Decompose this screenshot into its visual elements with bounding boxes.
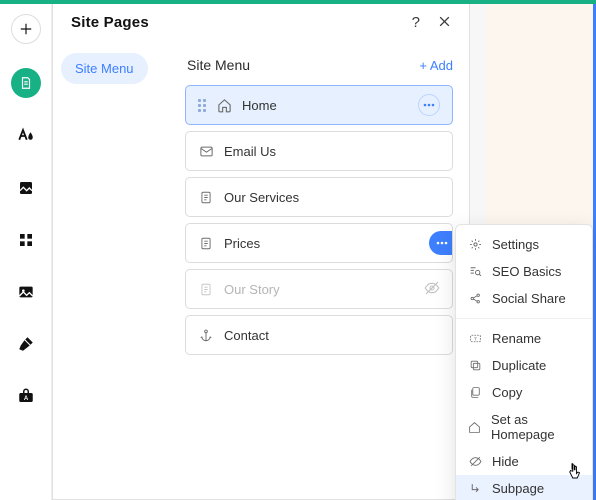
page-item-label: Our Services — [224, 190, 299, 205]
briefcase-icon: A — [17, 387, 35, 405]
menu-seo-basics[interactable]: SEO Basics — [456, 258, 592, 285]
plus-icon — [19, 22, 33, 36]
page-more-button-active[interactable] — [429, 231, 453, 255]
copy-icon — [468, 386, 482, 399]
document-icon — [198, 190, 214, 205]
media-button[interactable] — [12, 278, 40, 306]
section-button[interactable] — [12, 174, 40, 202]
photo-icon — [17, 284, 35, 300]
pen-icon — [17, 335, 35, 353]
anchor-icon — [198, 328, 214, 343]
page-icon — [19, 76, 33, 90]
menu-settings[interactable]: Settings — [456, 231, 592, 258]
menu-divider — [456, 318, 592, 319]
page-item-label: Home — [242, 98, 277, 113]
document-icon — [198, 282, 214, 297]
close-icon — [438, 15, 451, 28]
home-icon — [216, 98, 232, 113]
ellipsis-icon — [436, 241, 448, 245]
panel-title: Site Pages — [71, 14, 149, 31]
rename-icon: T — [468, 332, 482, 345]
page-item-email-us[interactable]: Email Us — [185, 131, 453, 171]
home-icon — [468, 421, 481, 434]
apps-button[interactable] — [12, 226, 40, 254]
page-item-label: Email Us — [224, 144, 276, 159]
page-item-label: Contact — [224, 328, 269, 343]
menu-label: Subpage — [492, 481, 544, 496]
menu-label: Social Share — [492, 291, 566, 306]
eye-slash-icon — [468, 455, 482, 468]
envelope-icon — [198, 144, 214, 159]
menu-set-homepage[interactable]: Set as Homepage — [456, 406, 592, 448]
menu-hide[interactable]: Hide — [456, 448, 592, 475]
add-page-link[interactable]: + Add — [419, 58, 453, 73]
add-element-button[interactable] — [11, 14, 41, 44]
menu-label: Rename — [492, 331, 541, 346]
page-item-contact[interactable]: Contact — [185, 315, 453, 355]
svg-text:A: A — [23, 396, 28, 402]
menu-subpage[interactable]: Subpage — [456, 475, 592, 500]
left-icon-rail: A — [0, 0, 52, 500]
menu-label: Set as Homepage — [491, 412, 580, 442]
menu-label: SEO Basics — [492, 264, 561, 279]
panel-header: Site Pages ? — [53, 0, 469, 43]
close-button[interactable] — [438, 15, 451, 31]
page-item-home[interactable]: Home — [185, 85, 453, 125]
duplicate-icon — [468, 359, 482, 372]
svg-text:T: T — [474, 336, 477, 342]
sidebar-pill-site-menu[interactable]: Site Menu — [61, 53, 148, 84]
grid-icon — [18, 232, 34, 248]
page-item-label: Our Story — [224, 282, 280, 297]
image-frame-icon — [18, 180, 34, 196]
menu-duplicate[interactable]: Duplicate — [456, 352, 592, 379]
pages-list-area: Site Menu + Add Home — [181, 43, 469, 499]
page-context-menu: Settings SEO Basics Social Share T Renam… — [455, 224, 593, 500]
page-more-button[interactable] — [418, 94, 440, 116]
pages-button[interactable] — [11, 68, 41, 98]
help-button[interactable]: ? — [412, 14, 420, 31]
menu-label: Duplicate — [492, 358, 546, 373]
document-icon — [198, 236, 214, 251]
drag-handle-icon[interactable] — [198, 99, 206, 112]
ellipsis-icon — [423, 103, 435, 107]
search-list-icon — [468, 265, 482, 278]
hidden-eye-icon — [424, 280, 440, 299]
menu-label: Copy — [492, 385, 522, 400]
blog-button[interactable] — [12, 330, 40, 358]
menu-copy[interactable]: Copy — [456, 379, 592, 406]
gear-icon — [468, 238, 482, 251]
panel-sidebar: Site Menu — [53, 43, 181, 499]
page-item-label: Prices — [224, 236, 260, 251]
page-item-our-services[interactable]: Our Services — [185, 177, 453, 217]
site-pages-panel: Site Pages ? Site Menu Site Menu + Add — [52, 0, 470, 500]
letter-drop-icon — [17, 127, 35, 145]
app-accent-bar — [0, 0, 596, 4]
page-item-our-story[interactable]: Our Story — [185, 269, 453, 309]
store-button[interactable]: A — [12, 382, 40, 410]
menu-social-share[interactable]: Social Share — [456, 285, 592, 312]
section-title: Site Menu — [187, 57, 250, 73]
subpage-arrow-icon — [468, 482, 482, 495]
menu-label: Settings — [492, 237, 539, 252]
menu-label: Hide — [492, 454, 519, 469]
menu-rename[interactable]: T Rename — [456, 325, 592, 352]
share-icon — [468, 292, 482, 305]
page-item-prices[interactable]: Prices — [185, 223, 453, 263]
design-button[interactable] — [12, 122, 40, 150]
